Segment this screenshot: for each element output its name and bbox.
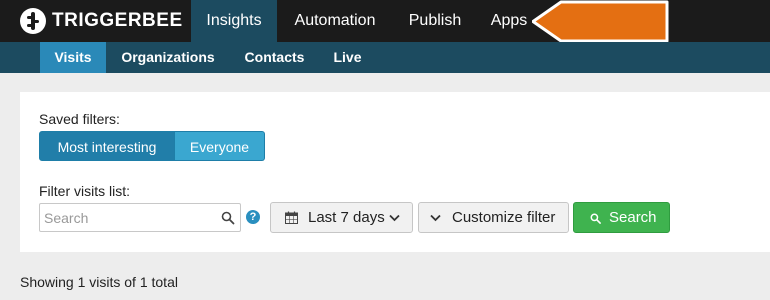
date-range-label: Last 7 days <box>308 209 385 226</box>
customize-filter-label: Customize filter <box>452 209 556 226</box>
filter-visits-label: Filter visits list: <box>39 183 130 199</box>
sub-nav-contacts[interactable]: Contacts <box>230 42 319 73</box>
top-nav-insights[interactable]: Insights <box>191 0 277 42</box>
search-field[interactable] <box>39 203 241 232</box>
sub-navigation-bar: Visits Organizations Contacts Live <box>0 42 770 73</box>
search-input[interactable] <box>44 208 214 228</box>
calendar-icon <box>285 211 298 224</box>
results-count-text: Showing 1 visits of 1 total <box>20 274 178 290</box>
saved-filters-label: Saved filters: <box>39 111 120 127</box>
top-nav-automation[interactable]: Automation <box>277 0 393 42</box>
search-icon[interactable] <box>221 211 235 225</box>
date-range-dropdown[interactable]: Last 7 days <box>270 202 413 233</box>
sub-nav-visits[interactable]: Visits <box>40 42 106 73</box>
brand-name: TRIGGERBEE <box>52 10 183 31</box>
chevron-down-icon <box>430 214 441 222</box>
brand-logo[interactable]: TRIGGERBEE <box>20 8 183 34</box>
customize-filter-button[interactable]: Customize filter <box>418 202 569 233</box>
search-icon <box>590 213 601 224</box>
annotation-arrow <box>532 0 669 43</box>
search-button-label: Search <box>609 209 657 226</box>
help-icon[interactable]: ? <box>246 210 260 224</box>
search-button[interactable]: Search <box>573 202 670 233</box>
chevron-down-icon <box>389 214 400 222</box>
sub-nav-organizations[interactable]: Organizations <box>106 42 230 73</box>
triggerbee-logo-icon <box>20 8 46 34</box>
saved-filter-most-interesting[interactable]: Most interesting <box>39 131 175 161</box>
top-nav-publish[interactable]: Publish <box>393 0 477 42</box>
sub-nav-live[interactable]: Live <box>319 42 376 73</box>
saved-filter-everyone[interactable]: Everyone <box>175 131 265 161</box>
